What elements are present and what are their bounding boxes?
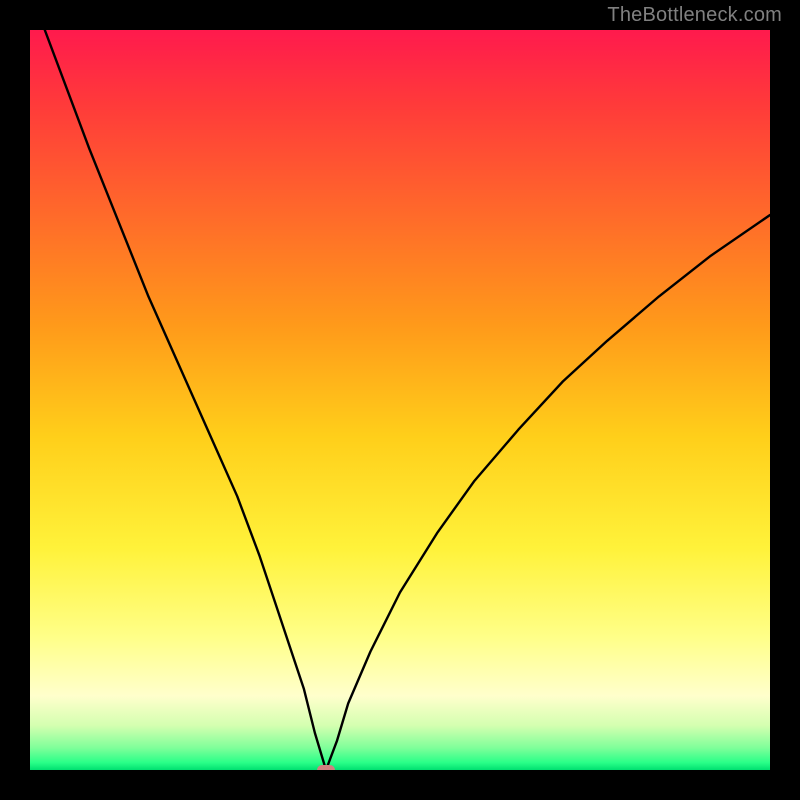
watermark-text: TheBottleneck.com: [607, 4, 782, 27]
optimal-marker: [317, 765, 335, 770]
plot-area: [30, 30, 770, 770]
bottleneck-curve: [30, 30, 770, 770]
curve-layer: [30, 30, 770, 770]
chart-frame: TheBottleneck.com: [0, 0, 800, 800]
